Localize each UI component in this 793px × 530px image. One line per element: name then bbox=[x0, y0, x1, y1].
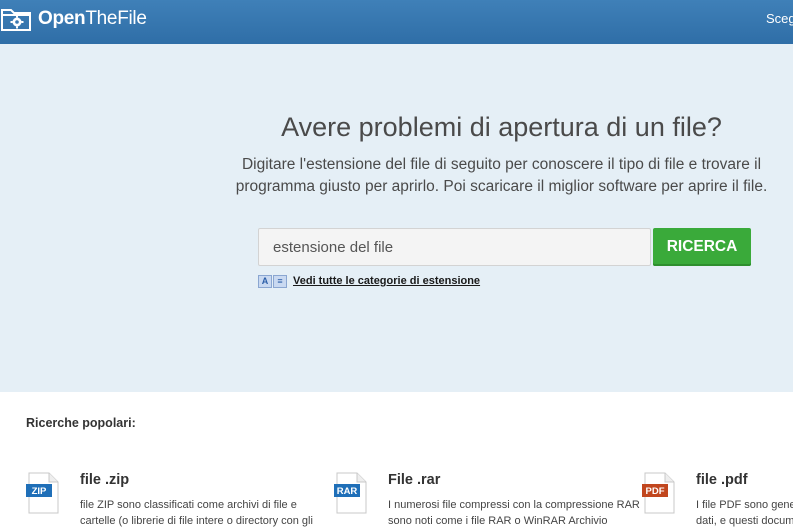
description-line-2: sono noti come i file RAR o WinRAR Archi… bbox=[388, 515, 608, 527]
popular-item-zip[interactable]: ZIP file .zip file ZIP sono classificati… bbox=[26, 467, 336, 530]
rar-file-icon: RAR bbox=[334, 472, 367, 514]
all-categories-link[interactable]: Vedi tutte le categorie di estensione bbox=[293, 275, 480, 287]
category-view-toggles: A ≡ bbox=[258, 275, 287, 288]
logo-text: OpenTheFile bbox=[38, 8, 147, 30]
extension-search-input[interactable] bbox=[258, 228, 651, 266]
popular-item-title[interactable]: file .zip bbox=[80, 472, 129, 488]
description-line-1: I file PDF sono gene bbox=[696, 499, 793, 511]
zip-file-icon: ZIP bbox=[26, 472, 59, 514]
description-line-2: cartelle (o librerie di file intere o di… bbox=[80, 515, 313, 527]
description-line-1: file ZIP sono classificati come archivi … bbox=[80, 499, 297, 511]
site-header: OpenTheFile Scegli bbox=[0, 0, 793, 44]
svg-text:ZIP: ZIP bbox=[32, 486, 47, 497]
site-logo[interactable]: OpenTheFile bbox=[0, 5, 147, 33]
pdf-file-icon: PDF bbox=[642, 472, 675, 514]
logo-text-bold: Open bbox=[38, 8, 86, 29]
popular-item-rar[interactable]: RAR File .rar I numerosi file compressi … bbox=[334, 467, 644, 530]
popular-item-title[interactable]: file .pdf bbox=[696, 472, 748, 488]
hero-title: Avere problemi di apertura di un file? bbox=[281, 112, 722, 142]
popular-searches-heading: Ricerche popolari: bbox=[26, 416, 136, 430]
popular-item-description: file ZIP sono classificati come archivi … bbox=[80, 497, 336, 529]
hero-subtitle-line-2: programma giusto per aprirlo. Poi scaric… bbox=[235, 178, 768, 195]
popular-item-description: I file PDF sono gene dati, e questi docu… bbox=[696, 497, 793, 529]
header-choose-link[interactable]: Scegli bbox=[766, 11, 793, 26]
svg-text:RAR: RAR bbox=[337, 486, 358, 497]
alphabetical-view-icon[interactable]: A bbox=[258, 275, 272, 288]
popular-item-title[interactable]: File .rar bbox=[388, 472, 440, 488]
list-view-icon[interactable]: ≡ bbox=[273, 275, 287, 288]
popular-item-description: I numerosi file compressi con la compres… bbox=[388, 497, 644, 529]
hero-subtitle-line-1: Digitare l'estensione del file di seguit… bbox=[241, 156, 762, 173]
popular-item-pdf[interactable]: PDF file .pdf I file PDF sono gene dati,… bbox=[642, 467, 793, 530]
folder-gear-icon bbox=[1, 9, 31, 31]
svg-text:PDF: PDF bbox=[646, 486, 665, 497]
hero-section: Avere problemi di apertura di un file? D… bbox=[0, 44, 793, 392]
description-line-2: dati, e questi docum bbox=[696, 515, 793, 527]
logo-text-light: TheFile bbox=[85, 8, 147, 29]
description-line-1: I numerosi file compressi con la compres… bbox=[388, 499, 640, 511]
hero-subtitle: Digitare l'estensione del file di seguit… bbox=[210, 154, 793, 198]
search-button[interactable]: RICERCA bbox=[653, 228, 751, 266]
